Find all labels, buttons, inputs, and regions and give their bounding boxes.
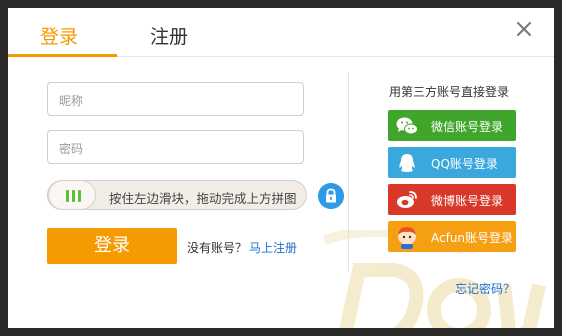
tab-login[interactable]: 登录 [40, 22, 78, 49]
no-account-text: 没有账号？ [187, 241, 248, 255]
register-link[interactable]: 马上注册 [249, 239, 297, 256]
close-icon[interactable] [515, 20, 533, 38]
grip-icon [78, 190, 81, 202]
wechat-login-button[interactable]: 微信账号登录 [388, 110, 516, 141]
qq-login-button[interactable]: QQ账号登录 [388, 147, 516, 178]
grip-icon [66, 190, 69, 202]
nickname-placeholder: 昵称 [59, 94, 84, 108]
login-dialog: 登录 注册 昵称 密码 按住左边滑块，拖动完成上方拼图 登录 没有账号？ 马上注… [8, 8, 554, 328]
acfun-login-button[interactable]: Acfun账号登录 [388, 221, 516, 252]
forgot-password-link[interactable]: 忘记密码？ [455, 280, 515, 297]
wechat-icon [396, 117, 418, 135]
slider-instruction: 按住左边滑块，拖动完成上方拼图 [109, 191, 297, 206]
qq-icon [399, 154, 415, 172]
vertical-divider [348, 72, 349, 272]
login-button[interactable]: 登录 [47, 228, 177, 264]
lock-icon [318, 183, 344, 209]
wechat-login-label: 微信账号登录 [431, 120, 504, 134]
weibo-login-label: 微博账号登录 [431, 194, 504, 208]
captcha-slider: 按住左边滑块，拖动完成上方拼图 [47, 180, 307, 210]
third-party-title: 用第三方账号直接登录 [389, 85, 510, 99]
qq-login-label: QQ账号登录 [431, 157, 498, 171]
tab-register[interactable]: 注册 [150, 22, 188, 49]
grip-icon [72, 190, 75, 202]
acfun-icon [398, 227, 416, 249]
slider-handle[interactable] [48, 180, 96, 210]
nickname-input[interactable]: 昵称 [47, 82, 304, 116]
password-input[interactable]: 密码 [47, 130, 304, 164]
password-placeholder: 密码 [59, 142, 84, 156]
acfun-login-label: Acfun账号登录 [431, 231, 514, 245]
weibo-icon [397, 191, 417, 208]
auth-tabs: 登录 注册 [8, 8, 554, 57]
active-tab-indicator [8, 54, 117, 57]
weibo-login-button[interactable]: 微博账号登录 [388, 184, 516, 215]
